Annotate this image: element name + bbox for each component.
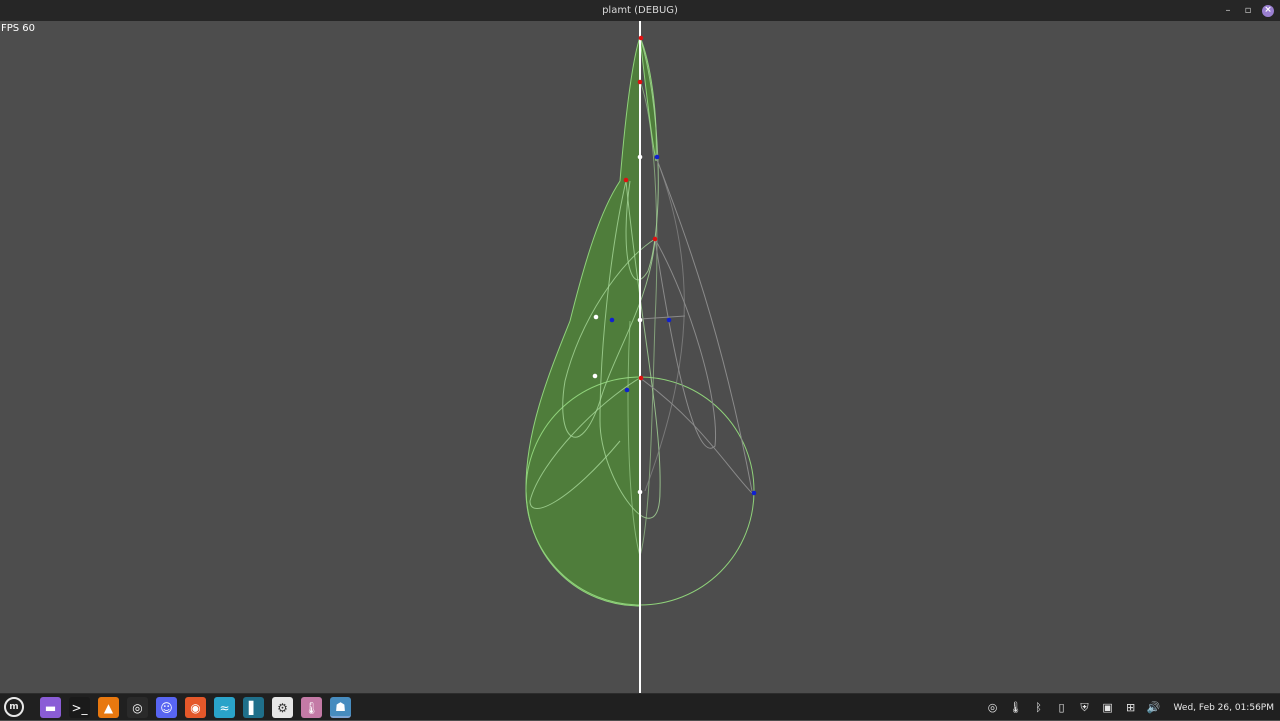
control-point-blue[interactable] xyxy=(624,387,630,393)
taskbar: m ▬ >_ ▲ ◎ ☺ ◉ ≈ ▌ ⚙ 🌡 ☗ ◎ 🌡 ᛒ ▯ ⛨ ▣ ⊞ 🔊 Wed, Feb 26, 01:… xyxy=(0,693,1280,720)
temperature-app-icon[interactable]: 🌡 xyxy=(301,697,322,718)
system-tray: ◎ 🌡 ᛒ ▯ ⛨ ▣ ⊞ 🔊 Wed, Feb 26, 01:56PM xyxy=(986,694,1274,721)
vlc-icon[interactable]: ▲ xyxy=(98,697,119,718)
control-point-white[interactable] xyxy=(593,314,599,320)
maximize-button[interactable]: ▫ xyxy=(1242,5,1254,17)
minimize-button[interactable]: – xyxy=(1222,5,1234,17)
taskbar-launchers: ▬ >_ ▲ ◎ ☺ ◉ ≈ ▌ ⚙ 🌡 ☗ xyxy=(40,697,351,718)
control-point-white[interactable] xyxy=(637,154,643,160)
fps-counter: FPS 60 xyxy=(1,23,36,34)
tray-icons: ◎ 🌡 ᛒ ▯ ⛨ ▣ ⊞ 🔊 xyxy=(986,701,1161,715)
control-point-blue[interactable] xyxy=(609,317,615,323)
discord-icon[interactable]: ☺ xyxy=(156,697,177,718)
control-point-red[interactable] xyxy=(623,177,629,183)
game-viewport[interactable]: FPS 60 xyxy=(0,21,1280,693)
control-point-blue[interactable] xyxy=(666,317,672,323)
start-menu-button[interactable]: m xyxy=(4,697,24,717)
volume-icon[interactable]: 🔊 xyxy=(1147,701,1161,714)
control-point-red[interactable] xyxy=(637,79,643,85)
leaf-top-sliver xyxy=(639,36,657,162)
obs-icon[interactable]: ◎ xyxy=(127,697,148,718)
clipboard-icon[interactable]: ▯ xyxy=(1055,701,1069,714)
panel-app-icon[interactable]: ▌ xyxy=(243,697,264,718)
leaf-left-half xyxy=(525,36,641,607)
leaf-scene xyxy=(525,21,757,693)
settings-icon[interactable]: ⚙ xyxy=(272,697,293,718)
terminal-icon[interactable]: >_ xyxy=(69,697,90,718)
close-button[interactable]: × xyxy=(1262,4,1274,17)
network-icon[interactable]: ⊞ xyxy=(1124,701,1138,714)
control-point-red[interactable] xyxy=(652,236,658,242)
control-point-blue[interactable] xyxy=(654,154,660,160)
update-shield-icon[interactable]: ⛨ xyxy=(1078,701,1092,715)
window-titlebar[interactable]: plamt (DEBUG) – ▫ × xyxy=(0,0,1280,21)
control-point-white[interactable] xyxy=(637,317,643,323)
thermometer-tray-icon[interactable]: 🌡 xyxy=(1009,701,1023,714)
control-point-white[interactable] xyxy=(637,489,643,495)
obs-tray-icon[interactable]: ◎ xyxy=(986,701,1000,714)
bluetooth-icon[interactable]: ᛒ xyxy=(1032,701,1046,714)
control-point-blue[interactable] xyxy=(751,490,757,496)
guide-line-3 xyxy=(639,315,686,320)
window-title: plamt (DEBUG) xyxy=(602,5,678,16)
guide-line-1 xyxy=(655,156,753,492)
godot-icon[interactable]: ☗ xyxy=(330,697,351,718)
cloud-app-icon[interactable]: ≈ xyxy=(214,697,235,718)
control-point-red[interactable] xyxy=(638,35,644,41)
firefox-icon[interactable]: ◉ xyxy=(185,697,206,718)
clock[interactable]: Wed, Feb 26, 01:56PM xyxy=(1174,703,1274,713)
guide-line-4 xyxy=(639,377,753,494)
control-point-white[interactable] xyxy=(592,373,598,379)
notes-icon[interactable]: ▣ xyxy=(1101,701,1115,714)
window-controls: – ▫ × xyxy=(1222,0,1274,21)
files-icon[interactable]: ▬ xyxy=(40,697,61,718)
control-point-red[interactable] xyxy=(638,375,644,381)
